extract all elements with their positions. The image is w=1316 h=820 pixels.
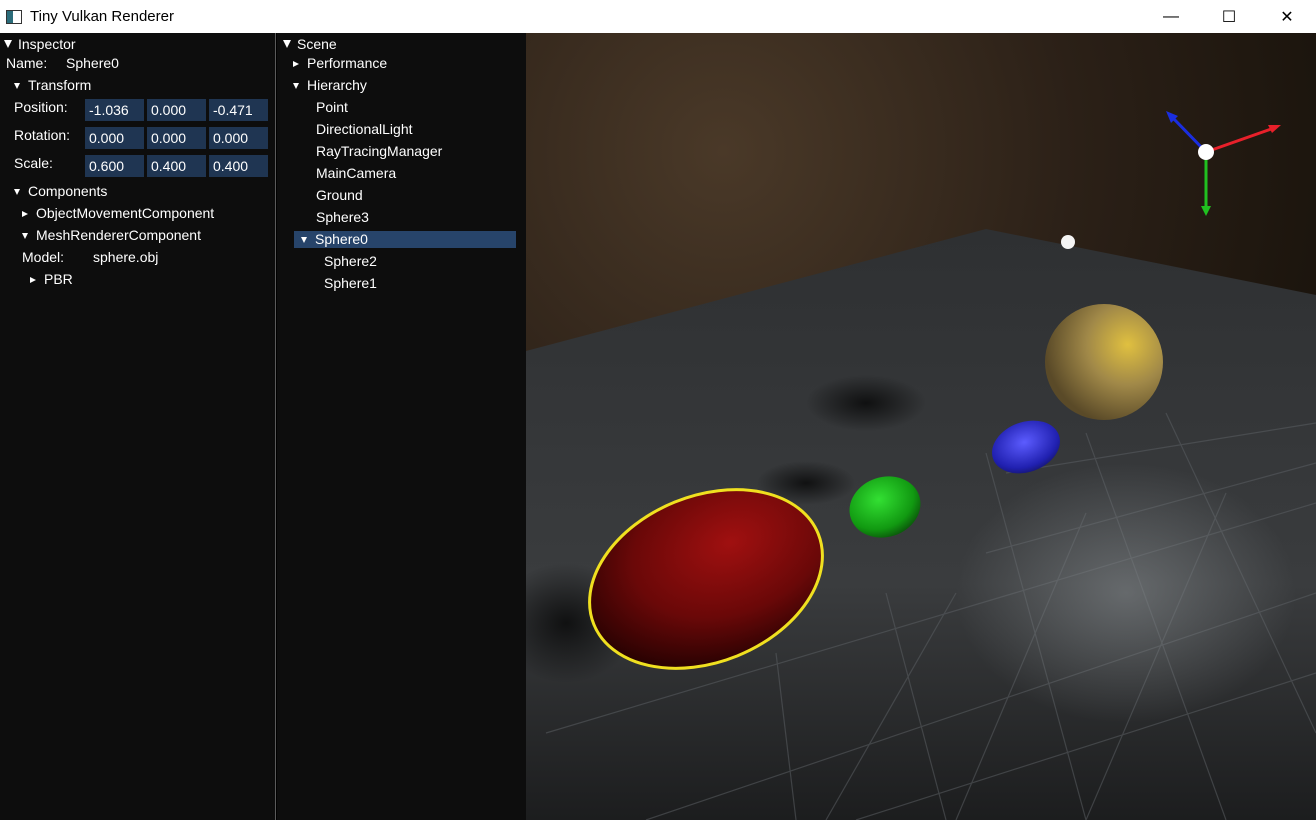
scale-z-field[interactable]: 0.400 xyxy=(209,155,268,177)
close-button[interactable]: ✕ xyxy=(1258,0,1316,33)
name-label: Name: xyxy=(6,55,48,71)
gizmo-center[interactable] xyxy=(1198,144,1214,160)
title-bar: Tiny Vulkan Renderer — ☐ ✕ xyxy=(0,0,1316,33)
position-label: Position: xyxy=(14,99,68,115)
window-controls: — ☐ ✕ xyxy=(1142,0,1316,33)
sphere3-gold[interactable] xyxy=(1045,304,1163,420)
name-value: Sphere0 xyxy=(66,55,119,71)
hierarchy-item-sphere1[interactable]: Sphere1 xyxy=(324,273,377,293)
object-movement-label: ObjectMovementComponent xyxy=(36,205,215,221)
rotation-z-field[interactable]: 0.000 xyxy=(209,127,268,149)
model-value: sphere.obj xyxy=(93,249,159,265)
position-y-field[interactable]: 0.000 xyxy=(147,99,206,121)
point-light-marker[interactable] xyxy=(1061,235,1075,249)
scene-render xyxy=(526,33,1316,820)
hierarchy-item-sphere3[interactable]: Sphere3 xyxy=(316,207,369,227)
pbr-label: PBR xyxy=(44,271,73,287)
hierarchy-label: Hierarchy xyxy=(307,77,367,93)
model-label: Model: xyxy=(22,249,65,265)
object-movement-component[interactable]: ObjectMovementComponent xyxy=(22,203,214,223)
scale-x-field[interactable]: 0.600 xyxy=(85,155,144,177)
scale-y-field[interactable]: 0.400 xyxy=(147,155,206,177)
transform-header[interactable]: Transform xyxy=(14,75,91,95)
shadow-gold xyxy=(806,375,926,431)
hierarchy-item-sphere0[interactable]: Sphere0 xyxy=(301,229,368,249)
scene-header-label: Scene xyxy=(297,36,337,52)
sphere0-label: Sphere0 xyxy=(315,231,368,247)
rotation-y-field[interactable]: 0.000 xyxy=(147,127,206,149)
inspector-header-label: Inspector xyxy=(18,36,76,52)
hierarchy-item-directionallight[interactable]: DirectionalLight xyxy=(316,119,413,139)
scene-panel: Scene Performance Hierarchy Point Direct… xyxy=(277,33,526,820)
maximize-button[interactable]: ☐ xyxy=(1200,0,1258,33)
window-title: Tiny Vulkan Renderer xyxy=(30,8,174,25)
position-x-field[interactable]: -1.036 xyxy=(85,99,144,121)
pbr-node[interactable]: PBR xyxy=(30,269,73,289)
mesh-renderer-label: MeshRendererComponent xyxy=(36,227,201,243)
scene-header[interactable]: Scene xyxy=(283,34,337,54)
minimize-button[interactable]: — xyxy=(1142,0,1200,33)
app-icon xyxy=(6,9,22,24)
hierarchy-item-maincamera[interactable]: MainCamera xyxy=(316,163,396,183)
hierarchy-item-ground[interactable]: Ground xyxy=(316,185,363,205)
mesh-renderer-component[interactable]: MeshRendererComponent xyxy=(22,225,201,245)
performance-label: Performance xyxy=(307,55,388,71)
performance-node[interactable]: Performance xyxy=(293,53,387,73)
hierarchy-node[interactable]: Hierarchy xyxy=(293,75,367,95)
hierarchy-item-sphere2[interactable]: Sphere2 xyxy=(324,251,377,271)
rotation-x-field[interactable]: 0.000 xyxy=(85,127,144,149)
hierarchy-item-point[interactable]: Point xyxy=(316,97,348,117)
components-label: Components xyxy=(28,183,108,199)
transform-label: Transform xyxy=(28,77,92,93)
inspector-header[interactable]: Inspector xyxy=(4,34,76,54)
position-z-field[interactable]: -0.471 xyxy=(209,99,268,121)
hierarchy-item-raytracingmanager[interactable]: RayTracingManager xyxy=(316,141,442,161)
rotation-label: Rotation: xyxy=(14,127,71,143)
render-viewport[interactable] xyxy=(526,33,1316,820)
light-glow xyxy=(956,463,1296,723)
components-header[interactable]: Components xyxy=(14,181,107,201)
scale-label: Scale: xyxy=(14,155,53,171)
inspector-panel: Inspector Name: Sphere0 Transform Positi… xyxy=(0,33,276,820)
